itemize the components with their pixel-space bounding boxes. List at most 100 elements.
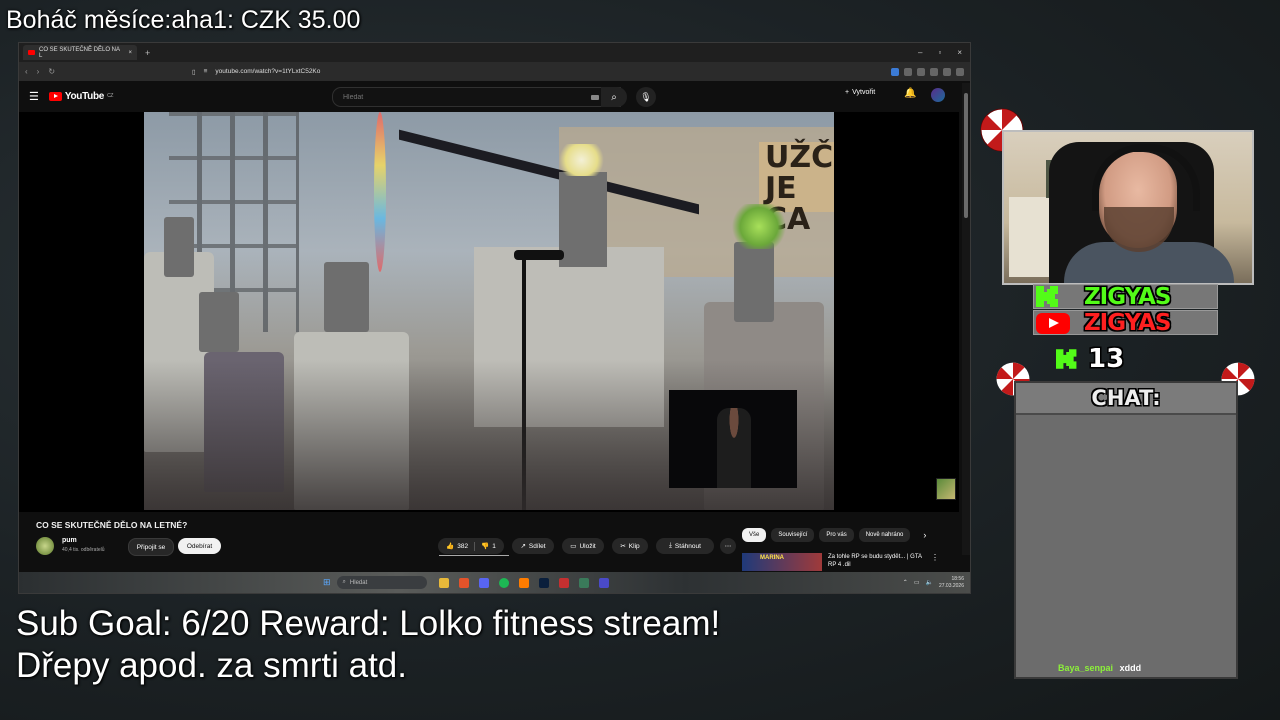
sign-language-inset	[669, 390, 797, 488]
app-icon[interactable]	[578, 577, 589, 588]
like-icon[interactable]: 👍	[446, 542, 454, 550]
spotify-icon[interactable]	[498, 577, 509, 588]
window-controls: – ▫ ×	[918, 48, 962, 57]
close-window-button[interactable]: ×	[957, 48, 962, 57]
network-icon[interactable]: ▭	[914, 579, 920, 586]
back-icon[interactable]: ‹	[25, 67, 28, 76]
account-avatar[interactable]	[931, 88, 945, 102]
chat-title: CHAT:	[1091, 386, 1161, 410]
photoshop-icon[interactable]	[538, 577, 549, 588]
tab-close-icon[interactable]: ×	[128, 50, 132, 56]
youtube-logo[interactable]: YouTube CZ	[48, 90, 113, 102]
search-button[interactable]: ⌕	[601, 87, 627, 107]
clip-button[interactable]: ✂ Klip	[612, 538, 648, 554]
more-vert-icon[interactable]: ⋮	[931, 553, 939, 571]
chevron-right-icon[interactable]: ›	[923, 528, 926, 542]
brave-browser-icon[interactable]	[458, 577, 469, 588]
windows-start-icon[interactable]: ⊞	[323, 577, 331, 588]
new-tab-button[interactable]: +	[145, 48, 150, 58]
url-field[interactable]: youtube.com/watch?v=1tYLxtC52Ko	[215, 68, 320, 75]
scissors-icon: ✂	[620, 543, 626, 550]
tray-chevron-icon[interactable]: ⌃	[903, 579, 908, 586]
app-icon[interactable]	[558, 577, 569, 588]
save-button[interactable]: ▭ Uložit	[562, 538, 604, 554]
recommendation-chips: Vše Související Pro vás Nově nahráno ›	[742, 528, 926, 542]
performer-hair	[554, 144, 609, 176]
site-info-icon[interactable]: ≡	[204, 68, 208, 75]
helmet	[734, 242, 774, 322]
extension-icon[interactable]	[917, 67, 925, 76]
stream-overlay-top-text: Boháč měsíce:aha1: CZK 35.00	[6, 6, 361, 34]
clock[interactable]: 18:56 27.03.2026	[939, 576, 964, 590]
chat-message: Baya_senpai xddd	[1058, 663, 1141, 673]
download-button[interactable]: ⤓ Stáhnout	[656, 538, 714, 554]
notifications-bell-icon[interactable]: 🔔	[904, 88, 916, 99]
address-bar: ‹ › ↻ ▯ ≡ youtube.com/watch?v=1tYLxtC52K…	[19, 62, 970, 81]
save-label: Uložit	[579, 542, 596, 550]
performer-head	[559, 172, 607, 267]
chip-for-you[interactable]: Pro vás	[819, 528, 854, 542]
channel-avatar[interactable]	[36, 537, 54, 555]
taskbar-search-placeholder: Hledat	[349, 579, 368, 586]
green-hair	[729, 204, 789, 249]
video-player[interactable]: UŽČ JE CA	[19, 112, 959, 512]
channel-name[interactable]: pum	[62, 537, 77, 544]
video-info: CO SE SKUTEČNĚ DĚLO NA LETNÉ? pum 40,4 t…	[19, 513, 959, 573]
channel-subscribers: 40,4 tis. odběratelů	[62, 547, 105, 553]
recommended-thumbnail[interactable]: MARINA	[742, 553, 822, 571]
file-explorer-icon[interactable]	[438, 577, 449, 588]
join-button[interactable]: Připojit se	[128, 538, 174, 556]
forward-icon[interactable]: ›	[37, 67, 40, 76]
create-button[interactable]: + Vytvořit	[845, 89, 875, 96]
like-separator	[474, 541, 476, 551]
reload-icon[interactable]: ↻	[48, 67, 55, 76]
nav-buttons: ‹ › ↻	[25, 67, 55, 76]
create-label: Vytvořit	[852, 89, 876, 96]
microphone-icon: 🎙	[640, 91, 652, 102]
extension-icon[interactable]	[930, 67, 938, 76]
like-count[interactable]: 382	[457, 543, 468, 550]
chip-related[interactable]: Související	[771, 528, 815, 542]
page-scrollbar[interactable]	[962, 83, 970, 555]
browser-tab[interactable]: CO SE SKUTEČNĚ DĚLO NA L ×	[23, 45, 137, 60]
share-button[interactable]: ↗ Sdílet	[512, 538, 554, 554]
extension-icon[interactable]	[943, 67, 951, 76]
goal-line-2: Dřepy apod. za smrti atd.	[16, 646, 407, 685]
colorful-disc	[374, 112, 386, 272]
windows-taskbar: ⊞ ⌕ Hledat ⌃ ▭ 🔈 18:56 27.03.2026	[19, 572, 970, 593]
extension-icon[interactable]	[891, 67, 899, 76]
keyboard-icon[interactable]	[591, 94, 599, 100]
dislike-count[interactable]: 1	[492, 543, 496, 550]
chip-recent[interactable]: Nově nahráno	[858, 528, 911, 542]
youtube-logo-text: YouTube	[64, 90, 105, 102]
voice-search-button[interactable]: 🎙	[636, 87, 656, 107]
maximize-button[interactable]: ▫	[938, 48, 941, 57]
hamburger-menu-icon[interactable]: ☰	[29, 90, 39, 103]
taskbar-search[interactable]: ⌕ Hledat	[336, 576, 427, 589]
kick-name-bar: ZIGYAS	[1033, 284, 1218, 310]
subscribe-button[interactable]: Odebírat	[178, 538, 221, 554]
recommended-video[interactable]: MARINA Za tohle RP se budu stydět... | G…	[742, 553, 939, 571]
chat-panel: CHAT: Baya_senpai xddd	[1014, 381, 1238, 679]
save-icon: ▭	[570, 543, 577, 550]
helmet	[199, 292, 239, 352]
search-input[interactable]	[341, 92, 585, 102]
search-box	[332, 87, 621, 107]
bookmark-icon[interactable]: ▯	[192, 68, 196, 76]
minimize-button[interactable]: –	[918, 48, 922, 57]
recommended-title[interactable]: Za tohle RP se budu stydět... | GTA RP 4…	[828, 553, 923, 571]
chat-text: xddd	[1119, 663, 1142, 673]
scrollbar-thumb[interactable]	[964, 93, 968, 218]
app-icon[interactable]	[598, 577, 609, 588]
illustrator-icon[interactable]	[518, 577, 529, 588]
search-icon: ⌕	[342, 579, 346, 585]
share-label: Sdílet	[528, 542, 546, 550]
dislike-icon[interactable]: 👎	[481, 542, 489, 550]
volume-icon[interactable]: 🔈	[925, 579, 932, 586]
menu-icon[interactable]	[956, 67, 964, 76]
more-actions-button[interactable]: ⋯	[720, 538, 736, 554]
channel-watermark[interactable]	[936, 478, 956, 500]
extension-icon[interactable]	[904, 67, 912, 76]
chip-all[interactable]: Vše	[742, 528, 767, 542]
discord-icon[interactable]	[478, 577, 489, 588]
